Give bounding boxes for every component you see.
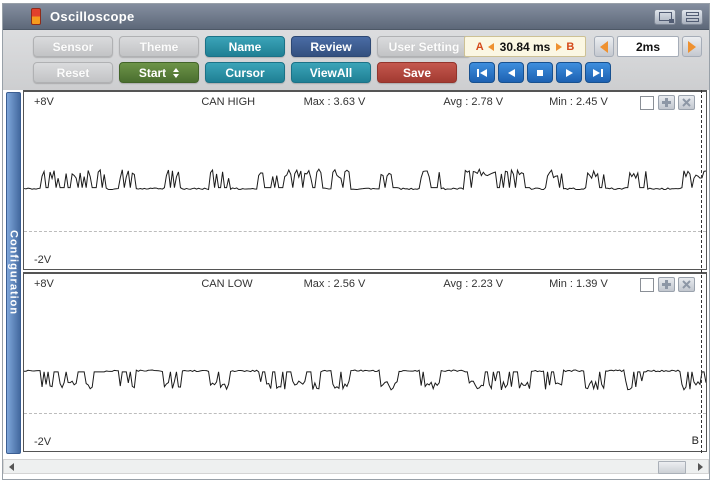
- channel-select-checkbox[interactable]: [640, 96, 654, 110]
- play-button[interactable]: [556, 62, 582, 83]
- stop-button[interactable]: [527, 62, 553, 83]
- add-channel-button[interactable]: [658, 95, 675, 110]
- stat-max: Max : 2.56 V: [303, 278, 366, 290]
- start-spinner-icon: [173, 67, 180, 78]
- channel-panel-can-high: +8V CAN HIGH Max : 3.63 V Avg : 2.78 V M…: [23, 90, 707, 270]
- range-top-label: +8V: [34, 96, 54, 108]
- sensor-button[interactable]: Sensor: [33, 36, 113, 57]
- step-back-button[interactable]: [498, 62, 524, 83]
- horizontal-scrollbar[interactable]: [3, 459, 709, 474]
- stat-max: Max : 3.63 V: [303, 96, 366, 108]
- name-button[interactable]: Name: [205, 36, 285, 57]
- channel-select-checkbox[interactable]: [640, 278, 654, 292]
- app-icon: [31, 8, 41, 25]
- scroll-right-arrow-icon[interactable]: [698, 463, 703, 471]
- reset-button[interactable]: Reset: [33, 62, 113, 83]
- cursor-button[interactable]: Cursor: [205, 62, 285, 83]
- close-icon: [682, 280, 691, 289]
- stop-icon: [537, 69, 543, 76]
- cursor-a-label[interactable]: A: [476, 41, 484, 53]
- range-bottom-label: -2V: [34, 254, 52, 266]
- minimize-window-button[interactable]: [681, 8, 703, 25]
- skip-to-end-button[interactable]: [585, 62, 611, 83]
- theme-button[interactable]: Theme: [119, 36, 199, 57]
- skip-to-end-icon: [593, 68, 603, 77]
- skip-to-start-button[interactable]: [469, 62, 495, 83]
- ab-time-display: A 30.84 ms B: [464, 36, 586, 57]
- start-button[interactable]: Start: [119, 62, 199, 83]
- main-area: Configuration +8V CAN HIGH Max : 3.63 V …: [3, 90, 709, 479]
- stat-avg: Avg : 2.23 V: [443, 278, 504, 290]
- channel-name: CAN LOW: [201, 278, 253, 290]
- channel-name: CAN HIGH: [201, 96, 256, 108]
- stat-min: Min : 2.45 V: [549, 96, 608, 108]
- stat-min: Min : 1.39 V: [549, 278, 608, 290]
- stacked-windows-icon: [685, 11, 699, 22]
- user-setting-button[interactable]: User Setting: [377, 36, 471, 57]
- stat-avg: Avg : 2.78 V: [443, 96, 504, 108]
- step-back-icon: [508, 68, 515, 77]
- cursor-b-label[interactable]: B: [566, 41, 574, 53]
- scrollbar-thumb[interactable]: [658, 461, 686, 474]
- plus-icon: [662, 98, 671, 107]
- channel-panels: +8V CAN HIGH Max : 3.63 V Avg : 2.78 V M…: [23, 90, 707, 453]
- waveform-can-high: [24, 167, 706, 191]
- configuration-tab[interactable]: Configuration: [6, 92, 21, 454]
- cursor-b-line-label: B: [691, 435, 699, 447]
- zero-volt-gridline: [24, 413, 706, 414]
- right-arrow-icon: [688, 40, 696, 53]
- timebase-decrease-button[interactable]: [594, 36, 614, 57]
- cursor-b-arrow-icon: [556, 42, 563, 51]
- close-channel-button[interactable]: [678, 277, 695, 292]
- viewall-button[interactable]: ViewAll: [291, 62, 371, 83]
- oscilloscope-window: Oscilloscope Sensor Theme Name Review Us…: [2, 3, 710, 480]
- toolbar: Sensor Theme Name Review User Setting Re…: [3, 30, 709, 90]
- timebase-increase-button[interactable]: [682, 36, 702, 57]
- plus-icon: [662, 280, 671, 289]
- channel-panel-can-low: +8V CAN LOW Max : 2.56 V Avg : 2.23 V Mi…: [23, 272, 707, 452]
- close-icon: [682, 98, 691, 107]
- range-top-label: +8V: [34, 278, 54, 290]
- review-button[interactable]: Review: [291, 36, 371, 57]
- timebase-value[interactable]: 2ms: [617, 36, 679, 57]
- restore-window-button[interactable]: [654, 8, 676, 25]
- timebase-control: 2ms: [594, 36, 702, 57]
- range-bottom-label: -2V: [34, 436, 52, 448]
- restore-icon: [658, 12, 674, 23]
- add-channel-button[interactable]: [658, 277, 675, 292]
- configuration-tab-label: Configuration: [7, 230, 20, 316]
- scroll-left-arrow-icon[interactable]: [9, 463, 14, 471]
- play-icon: [566, 68, 573, 77]
- left-arrow-icon: [600, 40, 608, 53]
- ab-time-value: 30.84 ms: [499, 39, 551, 54]
- close-channel-button[interactable]: [678, 95, 695, 110]
- playback-controls: [469, 62, 611, 83]
- waveform-can-low: [24, 369, 706, 391]
- cursor-a-arrow-icon: [487, 42, 494, 51]
- zero-volt-gridline: [24, 231, 706, 232]
- title-bar: Oscilloscope: [3, 4, 709, 30]
- save-button[interactable]: Save: [377, 62, 457, 83]
- window-title: Oscilloscope: [50, 9, 135, 24]
- skip-to-start-icon: [477, 68, 487, 77]
